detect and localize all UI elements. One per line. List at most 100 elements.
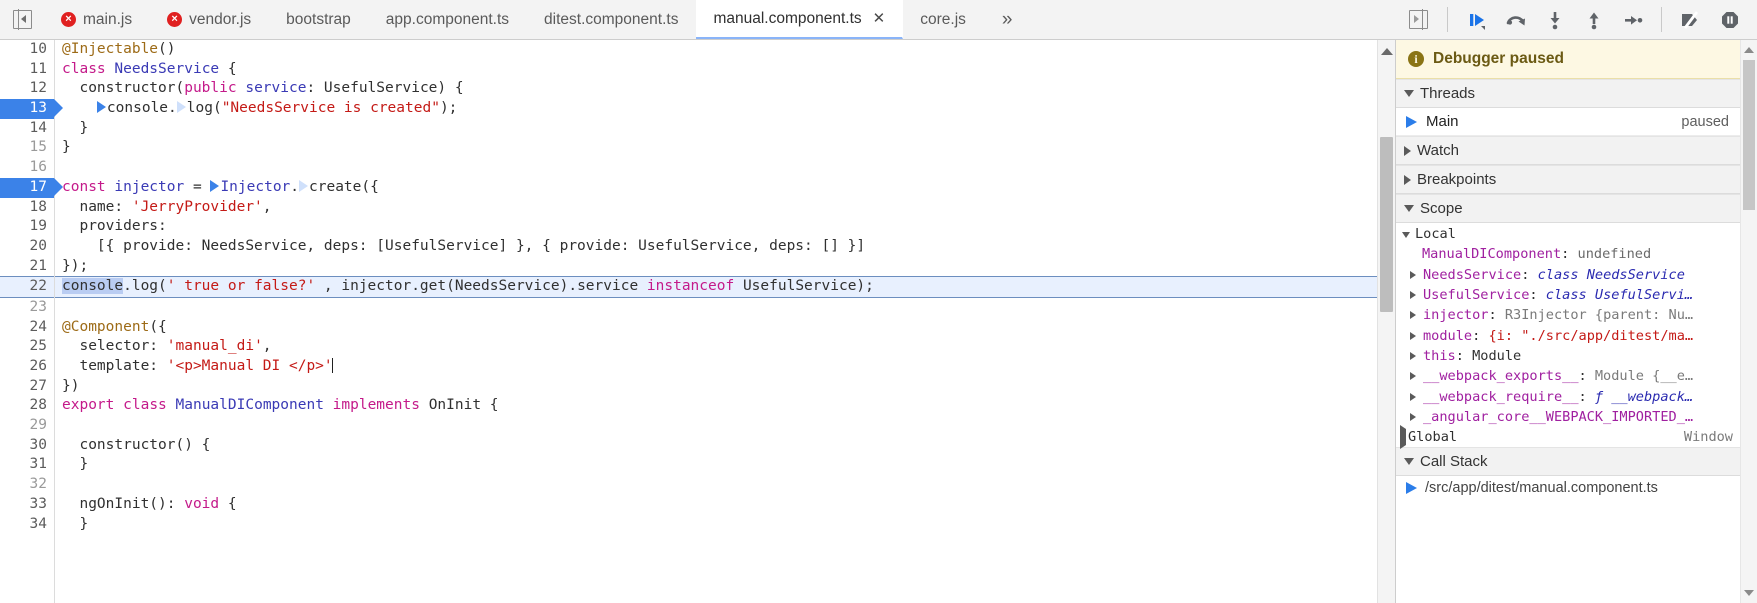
tab-core-js[interactable]: core.js xyxy=(903,0,984,39)
code-row[interactable]: 23 xyxy=(0,298,1377,318)
code-row[interactable]: 12 constructor(public service: UsefulSer… xyxy=(0,79,1377,99)
code-row[interactable]: 24 @Component({ xyxy=(0,318,1377,338)
chevron-right-icon[interactable] xyxy=(1410,285,1423,305)
tab-manual-component-ts[interactable]: manual.component.ts ✕ xyxy=(696,0,904,39)
code-row-executing[interactable]: 22 console.log(' true or false?' , injec… xyxy=(0,276,1377,298)
scope-entry[interactable]: UsefulService: class UsefulServi… xyxy=(1396,285,1741,305)
line-number[interactable]: 28 xyxy=(0,396,54,416)
inline-breakpoint-hollow-icon[interactable] xyxy=(299,179,309,193)
scroll-down-icon[interactable] xyxy=(1744,590,1754,596)
scope-entry[interactable]: NeedsService: class NeedsService xyxy=(1396,265,1741,285)
code-row[interactable]: 25 selector: 'manual_di', xyxy=(0,337,1377,357)
line-number[interactable]: 16 xyxy=(0,158,54,178)
code-row[interactable]: 15 } xyxy=(0,138,1377,158)
scope-entry[interactable]: __webpack_exports__: Module {__e… xyxy=(1396,366,1741,386)
code-row[interactable]: 10 @Injectable() xyxy=(0,40,1377,60)
tab-vendor-js[interactable]: × vendor.js xyxy=(150,0,269,39)
section-header-call-stack[interactable]: Call Stack xyxy=(1396,447,1741,477)
scroll-up-icon[interactable] xyxy=(1744,47,1754,53)
scope-entry[interactable]: ManualDIComponent: undefined xyxy=(1396,244,1741,264)
chevron-down-icon[interactable] xyxy=(1402,225,1415,244)
scrollbar-thumb[interactable] xyxy=(1380,137,1393,312)
code-row[interactable]: 34 } xyxy=(0,515,1377,535)
step-button[interactable] xyxy=(1613,0,1652,39)
chevron-right-icon[interactable] xyxy=(1400,424,1406,449)
scope-group-global[interactable]: Global Window xyxy=(1396,424,1741,449)
line-number[interactable]: 15 xyxy=(0,138,54,158)
scope-entry[interactable]: injector: R3Injector {parent: Nu… xyxy=(1396,305,1741,325)
code-row[interactable]: 19 providers: xyxy=(0,217,1377,237)
chevron-right-icon[interactable] xyxy=(1410,265,1423,285)
chevron-right-icon[interactable] xyxy=(1410,325,1423,345)
breakpoint-marker[interactable]: 13 xyxy=(0,99,63,119)
pause-on-exceptions-button[interactable] xyxy=(1710,0,1749,39)
thread-row-main[interactable]: Main paused xyxy=(1396,108,1741,136)
tab-ditest-component-ts[interactable]: ditest.component.ts xyxy=(527,0,696,39)
line-number[interactable]: 20 xyxy=(0,237,54,257)
inline-breakpoint-icon[interactable] xyxy=(96,101,106,114)
close-icon[interactable]: ✕ xyxy=(873,11,886,26)
code-row-breakpoint[interactable]: 13 console. log("NeedsService is created"… xyxy=(0,99,1377,119)
code-row[interactable]: 21 }); xyxy=(0,257,1377,277)
line-number[interactable]: 25 xyxy=(0,337,54,357)
scroll-up-icon[interactable] xyxy=(1380,48,1393,55)
inline-breakpoint-hollow-icon[interactable] xyxy=(176,101,186,114)
inline-breakpoint-icon[interactable] xyxy=(210,179,220,193)
code-row[interactable]: 33 ngOnInit(): void { xyxy=(0,495,1377,515)
line-number[interactable]: 14 xyxy=(0,119,54,139)
scope-group-local[interactable]: Local xyxy=(1396,224,1741,244)
code-row[interactable]: 26 template: '<p>Manual DI </p>' xyxy=(0,357,1377,377)
call-stack-item[interactable]: /src/app/ditest/manual.component.ts xyxy=(1396,476,1741,500)
line-number[interactable]: 21 xyxy=(0,257,54,277)
panel-collapse-button[interactable] xyxy=(0,0,44,39)
line-number[interactable]: 23 xyxy=(0,298,54,318)
scope-entry[interactable]: module: {i: "./src/app/ditest/ma… xyxy=(1396,325,1741,345)
code-row[interactable]: 28 export class ManualDIComponent implem… xyxy=(0,396,1377,416)
line-number[interactable]: 33 xyxy=(0,495,54,515)
section-header-breakpoints[interactable]: Breakpoints xyxy=(1396,165,1741,194)
line-number[interactable]: 22 xyxy=(0,277,54,297)
line-number[interactable]: 12 xyxy=(0,79,54,99)
chevron-right-icon[interactable] xyxy=(1410,386,1423,406)
step-out-button[interactable] xyxy=(1574,0,1613,39)
code-row[interactable]: 11 class NeedsService { xyxy=(0,60,1377,80)
show-navigator-button[interactable] xyxy=(1399,0,1438,39)
code-row[interactable]: 20 [{ provide: NeedsService, deps: [Usef… xyxy=(0,237,1377,257)
step-into-button[interactable] xyxy=(1535,0,1574,39)
line-number[interactable]: 30 xyxy=(0,436,54,456)
step-over-button[interactable] xyxy=(1496,0,1535,39)
resume-script-execution-button[interactable] xyxy=(1457,0,1496,39)
section-header-watch[interactable]: Watch xyxy=(1396,136,1741,165)
line-number[interactable]: 32 xyxy=(0,475,54,495)
tab-bootstrap[interactable]: bootstrap xyxy=(269,0,369,39)
breakpoint-marker[interactable]: 17 xyxy=(0,177,63,198)
section-header-scope[interactable]: Scope xyxy=(1396,194,1741,223)
scrollbar-thumb[interactable] xyxy=(1743,60,1755,210)
line-number[interactable]: 27 xyxy=(0,377,54,397)
code-editor[interactable]: 10 @Injectable() 11 class NeedsService {… xyxy=(0,40,1377,603)
section-header-threads[interactable]: Threads xyxy=(1396,79,1741,108)
code-row[interactable]: 31 } xyxy=(0,455,1377,475)
line-number[interactable]: 31 xyxy=(0,455,54,475)
deactivate-breakpoints-button[interactable] xyxy=(1671,0,1710,39)
editor-scrollbar[interactable] xyxy=(1377,40,1395,603)
code-row-breakpoint[interactable]: 17 const injector = Injector. create({ xyxy=(0,177,1377,198)
sidebar-scrollbar[interactable] xyxy=(1740,40,1757,603)
chevron-right-icon[interactable] xyxy=(1410,366,1423,386)
line-number[interactable]: 19 xyxy=(0,217,54,237)
chevron-right-icon[interactable] xyxy=(1410,305,1423,325)
line-number[interactable]: 11 xyxy=(0,60,54,80)
line-number[interactable]: 26 xyxy=(0,357,54,377)
line-number[interactable]: 29 xyxy=(0,416,54,436)
line-number[interactable]: 24 xyxy=(0,318,54,338)
code-row[interactable]: 16 xyxy=(0,158,1377,178)
more-tabs-button[interactable]: » xyxy=(984,0,1030,39)
chevron-right-icon[interactable] xyxy=(1410,346,1423,366)
code-row[interactable]: 18 name: 'JerryProvider', xyxy=(0,198,1377,218)
tab-main-js[interactable]: × main.js xyxy=(44,0,150,39)
code-row[interactable]: 29 xyxy=(0,416,1377,436)
scope-entry[interactable]: _angular_core__WEBPACK_IMPORTED_… xyxy=(1396,407,1741,427)
code-row[interactable]: 30 constructor() { xyxy=(0,436,1377,456)
code-row[interactable]: 32 xyxy=(0,475,1377,495)
line-number[interactable]: 34 xyxy=(0,515,54,535)
